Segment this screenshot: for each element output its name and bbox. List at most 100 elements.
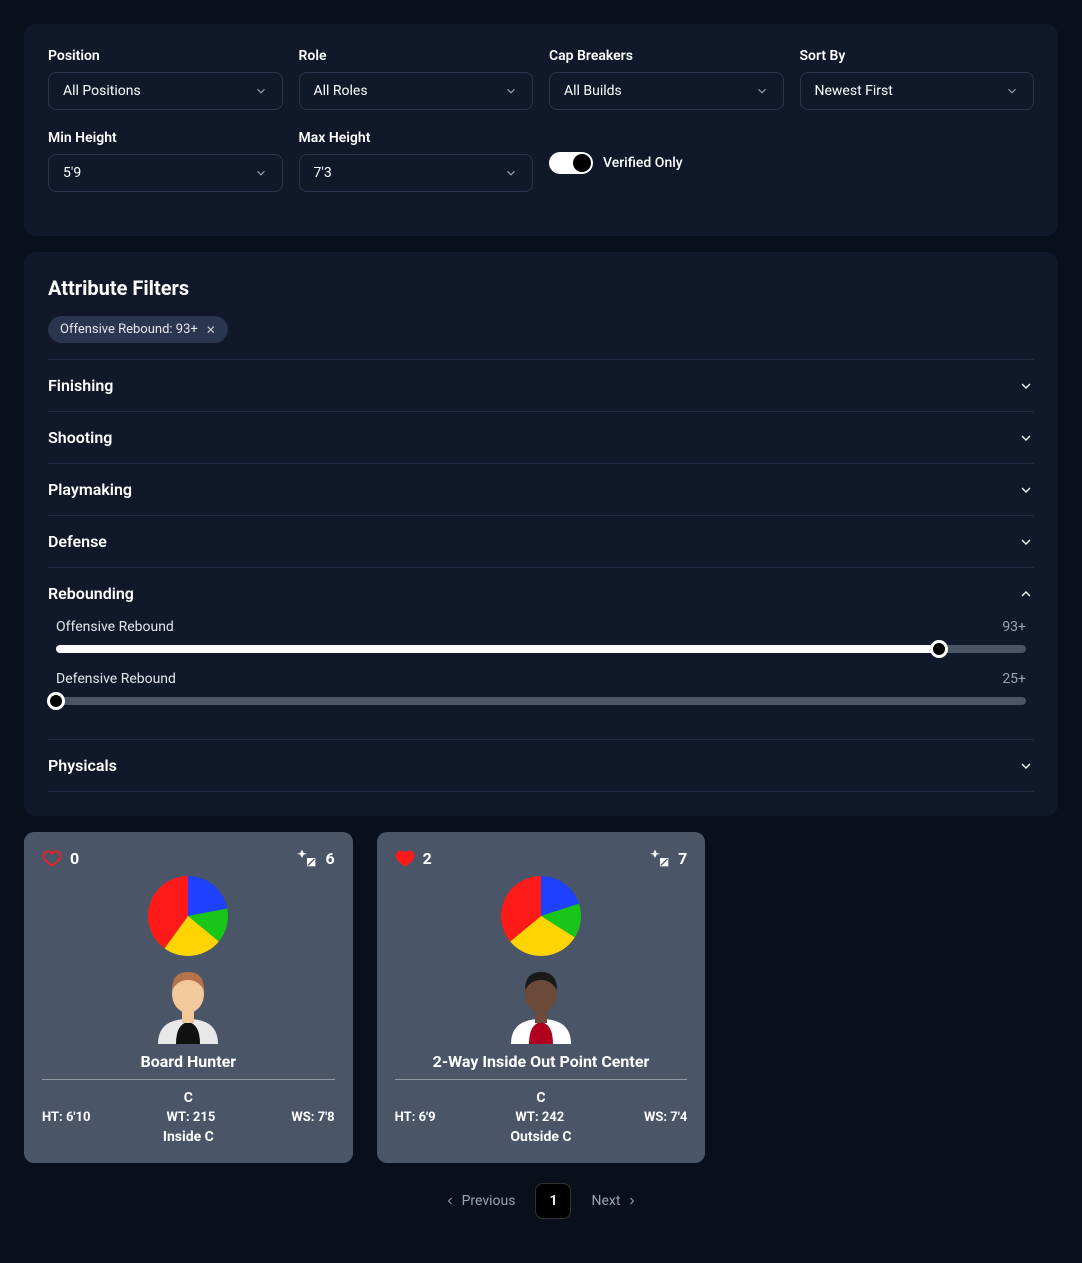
accordion-item-defense: Defense [48, 516, 1034, 568]
accordion-header-rebounding[interactable]: Rebounding [48, 568, 1034, 619]
position-select[interactable]: All Positions [48, 72, 283, 110]
pagination: Previous 1 Next [24, 1183, 1058, 1219]
divider [42, 1079, 335, 1080]
chevron-down-icon [755, 84, 769, 98]
page-current[interactable]: 1 [535, 1183, 571, 1219]
build-position: C [395, 1090, 688, 1106]
role-value: All Roles [314, 83, 368, 99]
chevron-down-icon [1018, 430, 1034, 446]
role-select[interactable]: All Roles [299, 72, 534, 110]
build-name: 2-Way Inside Out Point Center [395, 1052, 688, 1071]
chevron-down-icon [254, 166, 268, 180]
slider-value: 25+ [1002, 671, 1026, 687]
accordion-header-finishing[interactable]: Finishing [48, 360, 1034, 411]
build-height: HT: 6'9 [395, 1110, 436, 1125]
likes-count: 2 [423, 849, 432, 868]
accordion-item-finishing: Finishing [48, 360, 1034, 412]
sortby-label: Sort By [800, 48, 1035, 64]
player-avatar [42, 964, 335, 1044]
card-top-row: 06 [42, 848, 335, 868]
build-stats: HT: 6'9 WT: 242 WS: 7'4 [395, 1110, 688, 1125]
build-weight: WT: 242 [515, 1110, 564, 1125]
accordion-title: Playmaking [48, 480, 132, 499]
accordion-header-defense[interactable]: Defense [48, 516, 1034, 567]
results-grid: 06Board HunterCHT: 6'10WT: 215WS: 7'8Ins… [24, 832, 1058, 1163]
verified-label: Verified Only [603, 155, 683, 171]
chevron-down-icon [1005, 84, 1019, 98]
maxheight-select[interactable]: 7'3 [299, 154, 534, 192]
build-wingspan: WS: 7'4 [644, 1110, 687, 1125]
build-height: HT: 6'10 [42, 1110, 90, 1125]
sortby-field: Sort By Newest First [800, 48, 1035, 110]
chip-label: Offensive Rebound: 93+ [60, 322, 198, 337]
verified-toggle-wrap: Verified Only [549, 130, 784, 192]
filter-panel: Position All Positions Role All Roles Ca… [24, 24, 1058, 236]
accordion-body: Offensive Rebound 93+ Defensive Rebound25+ [48, 619, 1034, 739]
accordion-header-physicals[interactable]: Physicals [48, 740, 1034, 791]
maxheight-value: 7'3 [314, 165, 332, 181]
chevron-down-icon [504, 166, 518, 180]
slider-label: Offensive Rebound [56, 619, 174, 635]
accordion-title: Rebounding [48, 584, 134, 603]
previous-button[interactable]: Previous [432, 1185, 528, 1217]
attribute-filters-title: Attribute Filters [48, 276, 1034, 300]
verified-toggle[interactable] [549, 152, 593, 174]
position-value: All Positions [63, 83, 141, 99]
likes-wrap[interactable]: 2 [395, 848, 432, 868]
chip-remove-icon[interactable]: ✕ [206, 323, 216, 337]
capbreakers-label: Cap Breakers [549, 48, 784, 64]
slider-fill [56, 645, 939, 653]
slider-thumb[interactable] [47, 692, 65, 710]
attribute-filters-panel: Attribute Filters Offensive Rebound: 93+… [24, 252, 1058, 816]
accordion-item-rebounding: Rebounding Offensive Rebound 93+ Defensive … [48, 568, 1034, 740]
capbreakers-count: 6 [325, 849, 334, 868]
role-field: Role All Roles [299, 48, 534, 110]
divider [395, 1079, 688, 1080]
likes-wrap[interactable]: 0 [42, 848, 79, 868]
minheight-field: Min Height 5'9 [48, 130, 283, 192]
slider-track[interactable] [56, 645, 1026, 653]
accordion-header-playmaking[interactable]: Playmaking [48, 464, 1034, 515]
attribute-pie [395, 876, 688, 956]
sortby-select[interactable]: Newest First [800, 72, 1035, 110]
maxheight-label: Max Height [299, 130, 534, 146]
chevron-down-icon [254, 84, 268, 98]
toggle-knob [573, 154, 591, 172]
position-field: Position All Positions [48, 48, 283, 110]
build-role: Inside C [42, 1129, 335, 1145]
build-stats: HT: 6'10WT: 215WS: 7'8 [42, 1110, 335, 1125]
next-button[interactable]: Next [579, 1185, 650, 1217]
build-role: Outside C [395, 1129, 688, 1145]
slider-offensive-rebound: Offensive Rebound 93+ [56, 619, 1026, 653]
slider-defensive-rebound: Defensive Rebound25+ [56, 671, 1026, 705]
capbreaker-icon [650, 848, 670, 868]
previous-label: Previous [462, 1193, 516, 1209]
chevron-down-icon [1018, 482, 1034, 498]
minheight-value: 5'9 [63, 165, 81, 181]
capbreaker-icon [297, 848, 317, 868]
build-card[interactable]: 06Board HunterCHT: 6'10WT: 215WS: 7'8Ins… [24, 832, 353, 1163]
accordion-item-shooting: Shooting [48, 412, 1034, 464]
accordion-title: Shooting [48, 428, 112, 447]
chevron-down-icon [1018, 378, 1034, 394]
accordion-header-shooting[interactable]: Shooting [48, 412, 1034, 463]
build-card[interactable]: 2 7 2-Way Inside Out Point Center C HT: 6'9 W… [377, 832, 706, 1163]
capbreakers-wrap: 6 [297, 848, 334, 868]
minheight-label: Min Height [48, 130, 283, 146]
capbreakers-field: Cap Breakers All Builds [549, 48, 784, 110]
chevron-down-icon [1018, 758, 1034, 774]
build-wingspan: WS: 7'8 [291, 1110, 334, 1125]
slider-thumb[interactable] [930, 640, 948, 658]
accordion-item-playmaking: Playmaking [48, 464, 1034, 516]
capbreakers-select[interactable]: All Builds [549, 72, 784, 110]
build-name: Board Hunter [42, 1052, 335, 1071]
slider-track[interactable] [56, 697, 1026, 705]
accordion-title: Defense [48, 532, 107, 551]
chevron-down-icon [504, 84, 518, 98]
capbreakers-wrap: 7 [650, 848, 687, 868]
minheight-select[interactable]: 5'9 [48, 154, 283, 192]
role-label: Role [299, 48, 534, 64]
slider-value: 93+ [1002, 619, 1026, 635]
heart-icon [42, 848, 62, 868]
sortby-value: Newest First [815, 83, 893, 99]
